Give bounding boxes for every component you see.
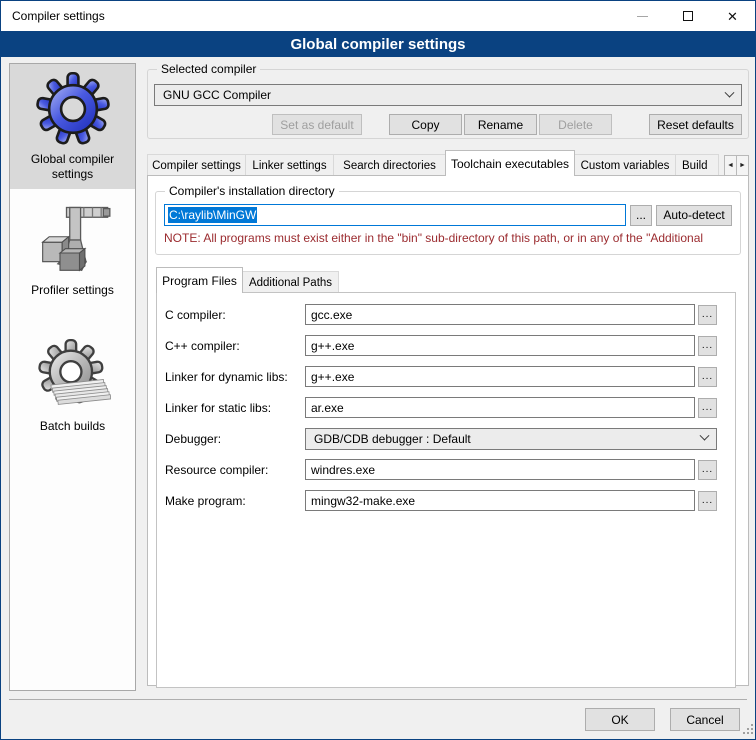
install-dir-selected-text: C:\raylib\MinGW <box>168 207 257 223</box>
gray-gear-stack-icon <box>33 336 113 416</box>
minimize-icon <box>637 16 648 17</box>
selected-compiler-group: Selected compiler GNU GCC Compiler Set a… <box>147 69 749 139</box>
make-program-label: Make program: <box>165 494 305 508</box>
arrow-left-icon: ◄ <box>727 162 734 169</box>
field-row-c-compiler: C compiler: ... <box>165 304 717 325</box>
maximize-button[interactable] <box>665 1 710 31</box>
settings-tabbar: Compiler settings Linker settings Search… <box>147 150 749 176</box>
dynamic-linker-label: Linker for dynamic libs: <box>165 370 305 384</box>
tab-scroll-buttons: ◄ ► <box>725 155 749 176</box>
cpp-compiler-input[interactable] <box>305 335 695 356</box>
field-row-static-linker: Linker for static libs: ... <box>165 397 717 418</box>
tab-program-files[interactable]: Program Files <box>156 267 243 293</box>
chevron-down-icon <box>725 87 735 97</box>
field-row-make-program: Make program: ... <box>165 490 717 511</box>
field-row-dynamic-linker: Linker for dynamic libs: ... <box>165 366 717 387</box>
field-row-resource-compiler: Resource compiler: ... <box>165 459 717 480</box>
static-linker-browse-button[interactable]: ... <box>698 398 717 418</box>
dynamic-linker-input[interactable] <box>305 366 695 387</box>
chevron-down-icon <box>700 431 710 441</box>
install-dir-input[interactable]: C:\raylib\MinGW <box>164 204 626 226</box>
selected-compiler-group-label: Selected compiler <box>157 62 260 76</box>
close-icon: ✕ <box>727 10 738 23</box>
window-title: Compiler settings <box>1 9 105 23</box>
program-files-tabbar: Program Files Additional Paths <box>156 268 741 293</box>
c-compiler-label: C compiler: <box>165 308 305 322</box>
tab-search-directories[interactable]: Search directories <box>333 154 446 176</box>
make-program-browse-button[interactable]: ... <box>698 491 717 511</box>
sidebar-item-label: Global compiler settings <box>12 152 133 182</box>
delete-button[interactable]: Delete <box>539 114 612 135</box>
arrow-right-icon: ► <box>739 162 746 169</box>
install-dir-browse-button[interactable]: ... <box>630 205 652 226</box>
blue-gear-icon <box>33 69 113 149</box>
sidebar-item-batch-builds[interactable]: Batch builds <box>10 331 135 441</box>
tab-build-options-clipped[interactable]: Build <box>675 154 719 176</box>
sidebar-item-global-compiler-settings[interactable]: Global compiler settings <box>10 64 135 189</box>
set-as-default-button[interactable]: Set as default <box>272 114 362 135</box>
c-compiler-browse-button[interactable]: ... <box>698 305 717 325</box>
dynamic-linker-browse-button[interactable]: ... <box>698 367 717 387</box>
main-panel: Selected compiler GNU GCC Compiler Set a… <box>147 57 749 686</box>
copy-button[interactable]: Copy <box>389 114 462 135</box>
resource-compiler-input[interactable] <box>305 459 695 480</box>
autodetect-button[interactable]: Auto-detect <box>656 205 732 226</box>
dialog-header-title: Global compiler settings <box>290 36 465 53</box>
footer: OK Cancel <box>1 708 740 731</box>
settings-sidebar: Global compiler settings <box>9 63 136 691</box>
resource-compiler-browse-button[interactable]: ... <box>698 460 717 480</box>
tab-linker-settings[interactable]: Linker settings <box>245 154 334 176</box>
sidebar-item-label: Profiler settings <box>31 283 114 298</box>
caliper-icon <box>33 200 113 280</box>
dialog-header: Global compiler settings <box>1 31 755 57</box>
maximize-icon <box>683 11 693 21</box>
cpp-compiler-browse-button[interactable]: ... <box>698 336 717 356</box>
footer-divider <box>9 699 747 700</box>
compiler-select[interactable]: GNU GCC Compiler <box>154 84 742 106</box>
program-files-page: C compiler: ... C++ compiler: ... Linker… <box>156 292 736 688</box>
static-linker-input[interactable] <box>305 397 695 418</box>
static-linker-label: Linker for static libs: <box>165 401 305 415</box>
tab-additional-paths[interactable]: Additional Paths <box>242 271 339 293</box>
installation-directory-group: Compiler's installation directory C:\ray… <box>155 191 741 255</box>
titlebar: Compiler settings ✕ <box>1 1 755 31</box>
install-dir-note: NOTE: All programs must exist either in … <box>164 231 732 245</box>
compiler-buttons-row: Set as default Copy Rename Delete Reset … <box>154 114 742 135</box>
resize-grip-icon[interactable] <box>743 723 753 737</box>
field-row-debugger: Debugger: GDB/CDB debugger : Default <box>165 428 717 449</box>
compiler-settings-dialog: Compiler settings ✕ Global compiler sett… <box>0 0 756 740</box>
debugger-select[interactable]: GDB/CDB debugger : Default <box>305 428 717 450</box>
installation-directory-group-label: Compiler's installation directory <box>165 184 339 198</box>
field-row-cpp-compiler: C++ compiler: ... <box>165 335 717 356</box>
tab-custom-variables[interactable]: Custom variables <box>574 154 676 176</box>
caption-buttons: ✕ <box>620 1 755 31</box>
installation-directory-row: C:\raylib\MinGW ... Auto-detect <box>164 204 732 226</box>
cancel-button[interactable]: Cancel <box>670 708 740 731</box>
debugger-label: Debugger: <box>165 432 305 446</box>
tab-toolchain-executables[interactable]: Toolchain executables <box>445 150 575 176</box>
rename-button[interactable]: Rename <box>464 114 537 135</box>
minimize-button[interactable] <box>620 1 665 31</box>
debugger-select-value: GDB/CDB debugger : Default <box>314 432 701 446</box>
tab-compiler-settings[interactable]: Compiler settings <box>147 154 246 176</box>
ok-button[interactable]: OK <box>585 708 655 731</box>
compiler-select-value: GNU GCC Compiler <box>163 88 726 102</box>
toolchain-executables-page: Compiler's installation directory C:\ray… <box>147 175 749 686</box>
reset-defaults-button[interactable]: Reset defaults <box>649 114 742 135</box>
tab-scroll-right-button[interactable]: ► <box>736 155 749 176</box>
make-program-input[interactable] <box>305 490 695 511</box>
close-button[interactable]: ✕ <box>710 1 755 31</box>
cpp-compiler-label: C++ compiler: <box>165 339 305 353</box>
sidebar-item-label: Batch builds <box>40 419 105 434</box>
sidebar-item-profiler-settings[interactable]: Profiler settings <box>10 195 135 305</box>
c-compiler-input[interactable] <box>305 304 695 325</box>
resource-compiler-label: Resource compiler: <box>165 463 305 477</box>
